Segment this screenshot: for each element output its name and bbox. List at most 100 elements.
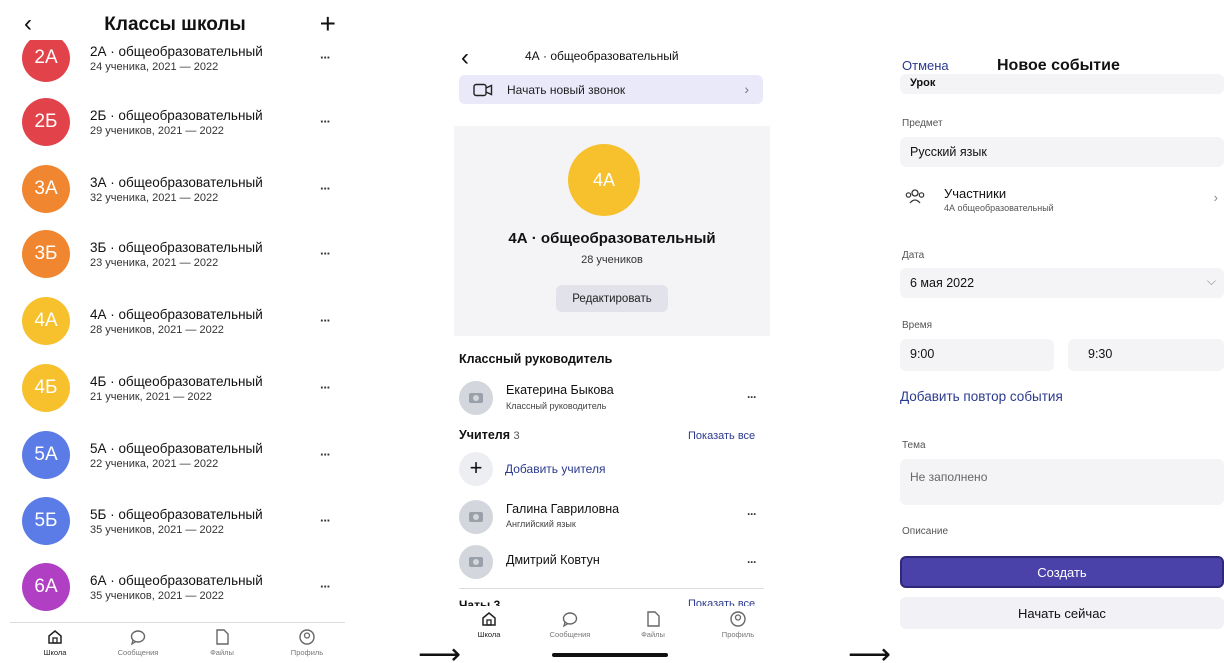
video-camera-icon xyxy=(473,83,493,97)
class-avatar: 3Б xyxy=(22,230,70,278)
tab-profile[interactable]: Профиль xyxy=(272,628,342,657)
teachers-title: Учителя xyxy=(459,428,511,442)
tab-label: Файлы xyxy=(641,630,665,639)
homeroom-section-title: Классный руководитель xyxy=(459,352,613,366)
header: ‹ Классы школы + xyxy=(0,10,350,42)
add-repeat-link[interactable]: Добавить повтор события xyxy=(900,389,1063,404)
homeroom-more-button[interactable]: ··· xyxy=(747,390,757,404)
class-list-item[interactable]: 4Б 4Б · общеобразовательный 21 ученик, 202… xyxy=(0,356,350,422)
back-chevron-icon[interactable]: ‹ xyxy=(461,46,469,70)
subject-field[interactable]: Русский язык xyxy=(900,137,1224,167)
class-more-button[interactable]: ··· xyxy=(320,50,331,65)
class-list-item[interactable]: 5А 5А · общеобразовательный 22 ученика, 20… xyxy=(0,423,350,489)
screen-title: Новое событие xyxy=(997,57,1120,74)
class-list-item[interactable]: 4А 4А · общеобразовательный 28 учеников, 2… xyxy=(0,289,350,355)
class-subtitle: 24 ученика, 2021 — 2022 xyxy=(90,61,219,73)
tab-school[interactable]: Школа xyxy=(454,610,524,639)
class-name: 4Б · общеобразовательный xyxy=(90,374,263,389)
tab-files[interactable]: Файлы xyxy=(618,610,688,639)
plus-icon: + xyxy=(459,452,493,486)
class-subtitle: 23 ученика, 2021 — 2022 xyxy=(90,257,219,269)
add-teacher-row[interactable]: + Добавить учителя xyxy=(459,452,759,486)
class-more-button[interactable]: ··· xyxy=(320,447,331,462)
teacher-more-button[interactable]: ··· xyxy=(747,555,757,569)
tab-files[interactable]: Файлы xyxy=(187,628,257,657)
subject-label: Предмет xyxy=(902,118,943,129)
cancel-button[interactable]: Отмена xyxy=(902,58,949,73)
class-name: 3А · общеобразовательный xyxy=(90,175,263,190)
flow-arrow: ⟶ xyxy=(848,638,892,663)
class-list: 2А 2А · общеобразовательный 24 ученика, 20… xyxy=(0,40,350,620)
date-field[interactable]: 6 мая 2022 ⌵ xyxy=(900,268,1224,298)
class-name: 4А · общеобразовательный xyxy=(508,230,716,247)
homeroom-name: Екатерина Быкова xyxy=(506,383,614,397)
chevron-right-icon: › xyxy=(744,81,749,97)
class-more-button[interactable]: ··· xyxy=(320,114,331,129)
class-subtitle: 28 учеников, 2021 — 2022 xyxy=(90,324,224,336)
classes-screen: ‹ Классы школы + 2А 2А · общеобразователь… xyxy=(0,0,350,663)
homeroom-avatar xyxy=(459,381,493,415)
tabbar-divider xyxy=(10,622,345,623)
start-call-label: Начать новый звонок xyxy=(507,83,626,97)
class-name: 5А · общеобразовательный xyxy=(90,441,263,456)
teacher-name: Галина Гавриловна xyxy=(506,502,620,516)
show-all-chats-link[interactable]: Показать все xyxy=(688,598,755,606)
teacher-name: Дмитрий Ковтун xyxy=(506,553,600,567)
class-more-button[interactable]: ··· xyxy=(320,246,331,261)
tab-messages[interactable]: Сообщения xyxy=(103,628,173,657)
camera-icon xyxy=(469,512,483,522)
class-list-item[interactable]: 3А 3А · общеобразовательный 32 ученика, 20… xyxy=(0,157,350,223)
show-all-teachers-link[interactable]: Показать все xyxy=(688,430,755,442)
participants-row[interactable]: Участники 4А общеобразовательный › xyxy=(900,182,1224,218)
class-more-button[interactable]: ··· xyxy=(320,380,331,395)
screen-title: 4А · общеобразовательный xyxy=(525,49,679,63)
class-more-button[interactable]: ··· xyxy=(320,181,331,196)
class-more-button[interactable]: ··· xyxy=(320,313,331,328)
tab-label: Профиль xyxy=(721,630,755,639)
class-avatar: 2Б xyxy=(22,98,70,146)
teacher-more-button[interactable]: ··· xyxy=(747,507,757,521)
new-event-screen: Отмена Новое событие Урок Предмет Русски… xyxy=(890,0,1224,663)
school-icon xyxy=(48,630,62,644)
class-list-item[interactable]: 2А 2А · общеобразовательный 24 ученика, 20… xyxy=(0,40,350,92)
add-class-button[interactable]: + xyxy=(320,10,336,38)
event-type-select[interactable]: Урок xyxy=(900,74,1224,94)
participants-sub: 4А общеобразовательный xyxy=(944,203,1054,213)
chats-title: Чаты 3 xyxy=(459,598,501,606)
class-list-item[interactable]: 2Б 2Б · общеобразовательный 29 учеников, 2… xyxy=(0,90,350,156)
class-name: 6А · общеобразовательный xyxy=(90,573,263,588)
class-avatar: 6А xyxy=(22,563,70,611)
file-icon xyxy=(647,611,660,627)
create-button[interactable]: Создать xyxy=(900,556,1224,588)
chats-row-partial: Чаты 3 Показать все xyxy=(459,598,769,606)
tab-school[interactable]: Школа xyxy=(20,628,90,657)
topic-label: Тема xyxy=(902,440,926,451)
edit-button[interactable]: Редактировать xyxy=(556,285,668,312)
file-icon xyxy=(216,629,229,645)
class-more-button[interactable]: ··· xyxy=(320,513,331,528)
teacher-avatar xyxy=(459,500,493,534)
class-avatar: 4А xyxy=(22,297,70,345)
chat-bubble-icon xyxy=(562,612,578,628)
start-now-button[interactable]: Начать сейчас xyxy=(900,597,1224,629)
class-name: 3Б · общеобразовательный xyxy=(90,240,263,255)
class-list-item[interactable]: 6А 6А · общеобразовательный 35 учеников, 2… xyxy=(0,555,350,620)
teacher-avatar xyxy=(459,545,493,579)
teachers-count: 3 xyxy=(513,430,520,442)
class-more-button[interactable]: ··· xyxy=(320,579,331,594)
camera-icon xyxy=(469,393,483,403)
start-call-banner[interactable]: Начать новый звонок › xyxy=(459,75,763,104)
time-end-field[interactable]: 9:30 xyxy=(1068,339,1224,371)
class-details-screen: ‹ 4А · общеобразовательный Начать новый … xyxy=(450,0,770,663)
tab-profile[interactable]: Профиль xyxy=(703,610,770,639)
profile-icon xyxy=(730,611,746,627)
tab-label: Файлы xyxy=(210,648,234,657)
tab-messages[interactable]: Сообщения xyxy=(535,610,605,639)
topic-field[interactable]: Не заполнено xyxy=(900,459,1224,505)
class-avatar: 5Б xyxy=(22,497,70,545)
class-list-item[interactable]: 5Б 5Б · общеобразовательный 35 учеников, 2… xyxy=(0,489,350,555)
time-start-value: 9:00 xyxy=(910,347,935,361)
homeroom-role: Классный руководитель xyxy=(506,401,607,411)
class-list-item[interactable]: 3Б 3Б · общеобразовательный 23 ученика, 20… xyxy=(0,222,350,288)
time-start-field[interactable]: 9:00 xyxy=(900,339,1054,371)
